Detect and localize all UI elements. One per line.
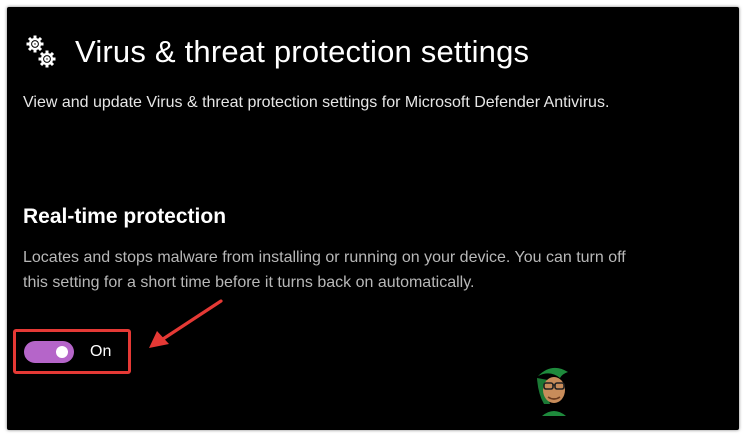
section-title-real-time-protection: Real-time protection bbox=[23, 205, 227, 228]
page-title: Virus & threat protection settings bbox=[75, 34, 530, 69]
gears-icon bbox=[23, 33, 59, 71]
toggle-knob bbox=[56, 346, 68, 358]
watermark-logo-icon bbox=[537, 367, 568, 416]
real-time-protection-toggle-row: On bbox=[24, 341, 111, 363]
section-description: Locates and stops malware from installin… bbox=[23, 249, 626, 291]
settings-window: Virus & threat protection settings View … bbox=[7, 7, 739, 430]
page-description: View and update Virus & threat protectio… bbox=[23, 94, 610, 111]
real-time-protection-toggle[interactable] bbox=[24, 341, 74, 363]
toggle-state-label: On bbox=[90, 343, 112, 360]
page-header: Virus & threat protection settings bbox=[23, 33, 529, 71]
annotation-arrow-icon bbox=[149, 299, 223, 348]
